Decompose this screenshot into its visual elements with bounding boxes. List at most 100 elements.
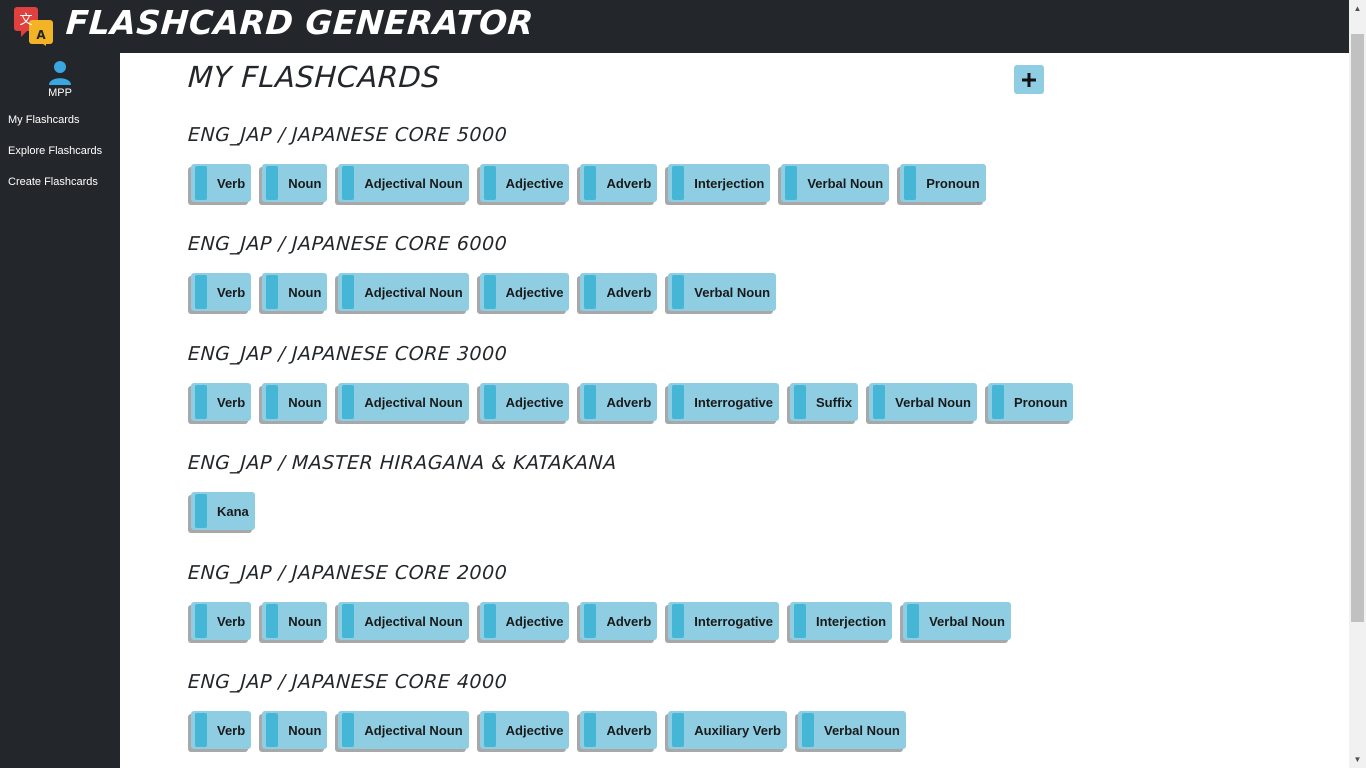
flashcard-chip[interactable]: Noun	[262, 273, 328, 311]
card-tab-marker	[266, 604, 279, 638]
card-tab-marker	[342, 385, 355, 419]
flashcard-chip[interactable]: Verbal Noun	[668, 273, 777, 311]
flashcard-chip[interactable]: Verb	[191, 164, 252, 202]
flashcard-chip[interactable]: Adverb	[580, 273, 658, 311]
flashcard-chip[interactable]: Interrogative	[668, 602, 780, 640]
flashcard-chip[interactable]: Adverb	[580, 383, 658, 421]
flashcard-chip[interactable]: Noun	[262, 711, 328, 749]
sidebar-item-explore-flashcards[interactable]: Explore Flashcards	[8, 145, 102, 157]
page-scrollbar[interactable]: ▲ ▼	[1349, 0, 1366, 768]
flashcard-label: Adverb	[606, 175, 652, 191]
card-tab-marker	[672, 713, 685, 747]
flashcard-chip[interactable]: Adjectival Noun	[338, 164, 469, 202]
flashcard-label: Kana	[217, 503, 249, 519]
flashcard-chip[interactable]: Verbal Noun	[797, 711, 906, 749]
card-tab-marker	[672, 604, 685, 638]
scroll-up-arrow-icon[interactable]: ▲	[1349, 0, 1366, 17]
user-name: MPP	[48, 87, 72, 99]
card-tab-marker	[483, 385, 496, 419]
card-tab-marker	[483, 275, 496, 309]
card-tab-marker	[801, 713, 814, 747]
svg-text:文: 文	[19, 13, 32, 28]
flashcard-chip[interactable]: Adjective	[479, 602, 570, 640]
flashcard-label: Adjectival Noun	[364, 175, 463, 191]
flashcard-chip[interactable]: Adjective	[479, 711, 570, 749]
flashcard-chip[interactable]: Interrogative	[668, 383, 780, 421]
card-tab-marker	[794, 604, 807, 638]
scroll-thumb[interactable]	[1351, 34, 1364, 622]
flashcard-chip[interactable]: Adjective	[479, 164, 570, 202]
card-tab-marker	[584, 385, 597, 419]
flashcard-label: Verb	[217, 722, 246, 738]
card-tab-marker	[584, 604, 597, 638]
flashcard-chip[interactable]: Adverb	[580, 711, 658, 749]
flashcard-label: Pronoun	[926, 175, 980, 191]
flashcard-label: Verbal Noun	[807, 175, 884, 191]
flashcard-label: Interjection	[816, 613, 887, 629]
flashcard-chip[interactable]: Verb	[191, 383, 252, 421]
flashcard-chip[interactable]: Kana	[191, 492, 255, 530]
card-tab-marker	[266, 385, 279, 419]
card-tab-marker	[266, 166, 279, 200]
sidebar: MPP My Flashcards Explore Flashcards Cre…	[0, 53, 120, 768]
flashcard-label: Adverb	[606, 394, 652, 410]
flashcard-label: Suffix	[816, 394, 853, 410]
flashcard-chip[interactable]: Verbal Noun	[903, 602, 1011, 640]
flashcard-chip[interactable]: Pronoun	[900, 164, 986, 202]
flashcard-label: Verbal Noun	[929, 613, 1005, 629]
card-tab-marker	[785, 166, 798, 200]
flashcard-chip[interactable]: Adjective	[479, 383, 570, 421]
card-tab-marker	[992, 385, 1004, 419]
flashcard-label: Verbal Noun	[694, 284, 771, 300]
flashcard-chip[interactable]: Adjectival Noun	[338, 711, 469, 749]
deck-title[interactable]: ENG_JAP / JAPANESE CORE 5000	[187, 124, 507, 146]
flashcard-chip[interactable]: Interjection	[668, 164, 771, 202]
flashcard-chip[interactable]: Verb	[191, 602, 252, 640]
deck-title[interactable]: ENG_JAP / JAPANESE CORE 2000	[187, 562, 507, 584]
translate-logo-icon[interactable]: 文 A	[13, 6, 55, 46]
card-tab-marker	[584, 166, 597, 200]
flashcard-chip[interactable]: Noun	[262, 383, 328, 421]
flashcard-label: Adjective	[505, 613, 564, 629]
card-tab-marker	[342, 713, 355, 747]
flashcard-chip[interactable]: Adjectival Noun	[338, 273, 469, 311]
flashcard-chip[interactable]: Adverb	[580, 602, 658, 640]
user-profile[interactable]: MPP	[40, 60, 80, 99]
flashcard-chip[interactable]: Verb	[191, 711, 252, 749]
deck-title[interactable]: ENG_JAP / JAPANESE CORE 4000	[187, 671, 507, 693]
card-tab-marker	[342, 275, 355, 309]
user-avatar-icon	[49, 61, 71, 85]
sidebar-item-my-flashcards[interactable]: My Flashcards	[8, 114, 80, 126]
card-tab-marker	[195, 604, 207, 638]
flashcard-chip[interactable]: Noun	[262, 602, 328, 640]
deck-cards-row: Verb Noun Adjectival Noun Adjective Adverb Ve…	[188, 273, 777, 315]
flashcard-label: Noun	[288, 722, 322, 738]
flashcard-chip[interactable]: Verbal Noun	[781, 164, 890, 202]
sidebar-item-create-flashcards[interactable]: Create Flashcards	[8, 176, 98, 188]
page-title: MY FLASHCARDS	[187, 60, 442, 94]
scroll-down-arrow-icon[interactable]: ▼	[1349, 751, 1366, 768]
flashcard-chip[interactable]: Interjection	[790, 602, 893, 640]
card-tab-marker	[672, 275, 685, 309]
flashcard-label: Interjection	[694, 175, 765, 191]
flashcard-chip[interactable]: Suffix	[790, 383, 859, 421]
add-flashcard-button[interactable]	[1014, 65, 1044, 94]
flashcard-chip[interactable]: Adjective	[479, 273, 570, 311]
card-tab-marker	[794, 385, 807, 419]
flashcard-label: Noun	[288, 613, 322, 629]
flashcard-chip[interactable]: Verb	[191, 273, 252, 311]
deck-title[interactable]: ENG_JAP / JAPANESE CORE 6000	[187, 233, 507, 255]
flashcard-label: Verb	[217, 284, 246, 300]
flashcard-chip[interactable]: Pronoun	[988, 383, 1074, 421]
flashcard-chip[interactable]: Verbal Noun	[869, 383, 977, 421]
card-tab-marker	[907, 604, 920, 638]
deck-title[interactable]: ENG_JAP / MASTER HIRAGANA & KATAKANA	[187, 452, 617, 474]
flashcard-chip[interactable]: Adjectival Noun	[338, 383, 469, 421]
flashcard-chip[interactable]: Adverb	[580, 164, 658, 202]
flashcard-label: Adjectival Noun	[364, 613, 463, 629]
flashcard-chip[interactable]: Adjectival Noun	[338, 602, 469, 640]
flashcard-label: Adjective	[505, 394, 564, 410]
deck-title[interactable]: ENG_JAP / JAPANESE CORE 3000	[187, 343, 507, 365]
flashcard-chip[interactable]: Auxiliary Verb	[668, 711, 787, 749]
flashcard-chip[interactable]: Noun	[262, 164, 328, 202]
